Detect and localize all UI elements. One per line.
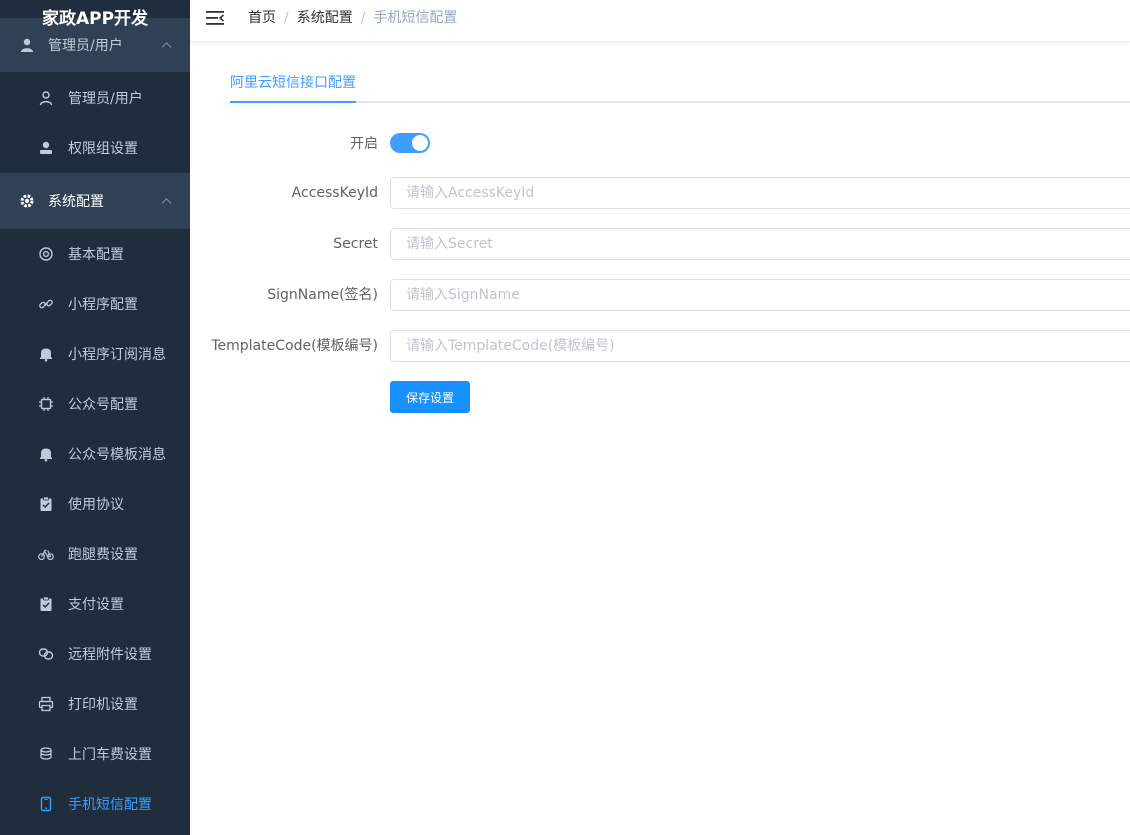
breadcrumb-separator: /: [284, 10, 289, 26]
sidebar-item-label: 公众号模板消息: [68, 447, 166, 463]
printer-icon: [38, 696, 54, 712]
sidebar-item-label: 基本配置: [68, 247, 124, 263]
signname-label: SignName(签名): [267, 287, 378, 303]
chevron-up-icon: [161, 42, 172, 53]
sidebar-item-official-account[interactable]: 公众号配置: [0, 379, 190, 429]
user-icon: [38, 90, 54, 106]
brand-title: 家政APP开发: [41, 9, 149, 29]
form-row-enable: 开启: [190, 128, 1130, 160]
switch-knob: [412, 135, 428, 151]
sidebar-item-label: 手机短信配置: [68, 797, 152, 813]
sidebar-item-admin-users[interactable]: 管理员/用户: [0, 73, 190, 123]
sidebar-item-label: 上门车费设置: [68, 747, 152, 763]
top-header: 首页 / 系统配置 / 手机短信配置: [190, 0, 1130, 42]
secret-label: Secret: [333, 236, 378, 252]
form-row-secret: Secret: [190, 228, 1130, 260]
bicycle-icon: [38, 546, 54, 562]
templatecode-input[interactable]: [390, 330, 1130, 362]
sidebar-item-label: 远程附件设置: [68, 647, 152, 663]
bell-icon: [38, 346, 54, 362]
sidebar-item-agreement[interactable]: 使用协议: [0, 479, 190, 529]
sidebar-item-errand-fee[interactable]: 跑腿费设置: [0, 529, 190, 579]
sidebar-item-label: 小程序配置: [68, 297, 138, 313]
clipboard-check-icon: [38, 596, 54, 612]
chip-icon: [38, 396, 54, 412]
sidebar-item-oa-template[interactable]: 公众号模板消息: [0, 429, 190, 479]
enable-label: 开启: [350, 136, 378, 152]
sidebar-group-label: 系统配置: [48, 194, 104, 210]
accesskeyid-label: AccessKeyId: [291, 185, 378, 201]
chevron-up-icon: [161, 198, 172, 209]
settings-icon: [38, 246, 54, 262]
form-row-signname: SignName(签名): [190, 279, 1130, 311]
form-row-templatecode: TemplateCode(模板编号): [190, 330, 1130, 362]
sidebar-group-label: 管理员/用户: [48, 38, 123, 54]
sidebar-item-payment[interactable]: 支付设置: [0, 579, 190, 629]
save-settings-button[interactable]: 保存设置: [390, 381, 470, 413]
breadcrumb-current: 手机短信配置: [373, 10, 458, 26]
sidebar-item-label: 跑腿费设置: [68, 547, 138, 563]
accesskeyid-input[interactable]: [390, 177, 1130, 209]
sidebar-item-role[interactable]: 权限组设置: [0, 123, 190, 173]
templatecode-label: TemplateCode(模板编号): [211, 338, 378, 354]
sidebar-item-label: 权限组设置: [68, 141, 138, 157]
enable-switch[interactable]: [390, 133, 430, 153]
form-row-accesskeyid: AccessKeyId: [190, 177, 1130, 209]
sidebar-item-sms-config[interactable]: 手机短信配置: [0, 779, 190, 829]
signname-input[interactable]: [390, 279, 1130, 311]
sidebar-item-car-fee[interactable]: 上门车费设置: [0, 729, 190, 779]
sidebar-item-label: 小程序订阅消息: [68, 347, 166, 363]
mobile-icon: [38, 796, 54, 812]
role-icon: [38, 140, 54, 156]
gear-icon: [18, 192, 36, 210]
sidebar-item-basic[interactable]: 基本配置: [0, 229, 190, 279]
bell-icon: [38, 446, 54, 462]
sidebar-item-label: 使用协议: [68, 497, 124, 513]
sidebar-item-printer[interactable]: 打印机设置: [0, 679, 190, 729]
secret-input[interactable]: [390, 228, 1130, 260]
link-icon: [38, 296, 54, 312]
admin-user-icon: [18, 36, 36, 54]
sidebar-item-label: 支付设置: [68, 597, 124, 613]
tab-aliyun-sms[interactable]: 阿里云短信接口配置: [230, 62, 356, 103]
config-tabs: 阿里云短信接口配置: [230, 62, 1130, 103]
breadcrumb-system-config[interactable]: 系统配置: [297, 0, 353, 36]
sidebar-item-label: 打印机设置: [68, 697, 138, 713]
breadcrumb-home[interactable]: 首页: [248, 0, 276, 36]
sidebar: 家政APP开发 管理员/用户 管理员/用户 权限组设置 系统配置 基本配置 小程…: [0, 0, 190, 835]
clipboard-check-icon: [38, 496, 54, 512]
hamburger-menu-icon[interactable]: [206, 11, 224, 25]
sidebar-item-miniprogram[interactable]: 小程序配置: [0, 279, 190, 329]
sidebar-group-system[interactable]: 系统配置: [0, 173, 190, 229]
car-fee-icon: [38, 746, 54, 762]
sidebar-item-label: 公众号配置: [68, 397, 138, 413]
breadcrumb: 首页 / 系统配置 / 手机短信配置: [248, 0, 457, 36]
breadcrumb-separator: /: [360, 10, 366, 26]
sidebar-item-mp-subscribe[interactable]: 小程序订阅消息: [0, 329, 190, 379]
sidebar-item-remote-attachment[interactable]: 远程附件设置: [0, 629, 190, 679]
attachment-icon: [38, 646, 54, 662]
sidebar-item-label: 管理员/用户: [68, 91, 143, 107]
